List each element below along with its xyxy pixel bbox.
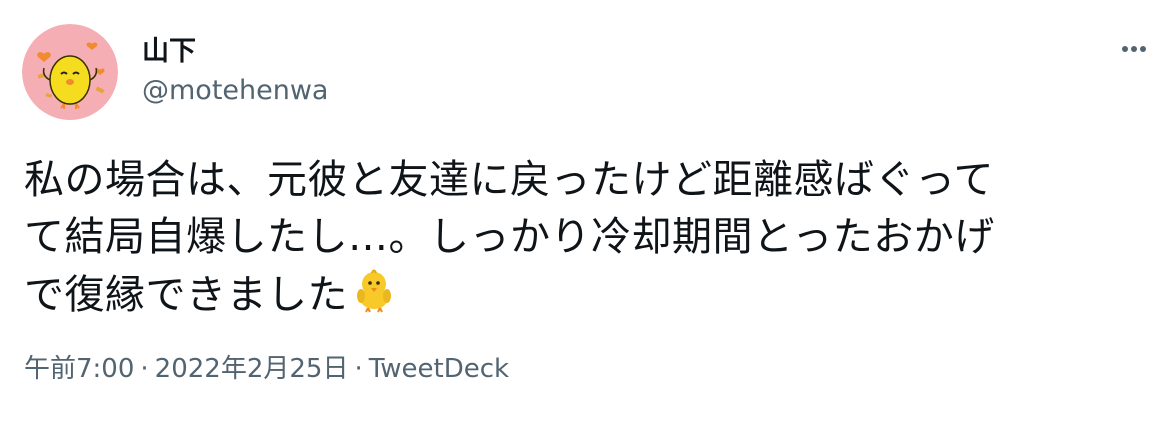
avatar[interactable] bbox=[22, 24, 118, 120]
more-icon bbox=[1122, 46, 1146, 52]
chick-avatar-icon bbox=[22, 24, 118, 120]
tweet-text-line: で復縁できました bbox=[24, 266, 1144, 324]
tweet-text-segment: で復縁できました bbox=[24, 272, 348, 318]
tweet-card: 山下 @motehenwa 私の場合は、元彼と友達に戻ったけど距離感ばぐって て… bbox=[0, 0, 1174, 422]
meta-separator: · bbox=[140, 354, 149, 384]
tweet-date[interactable]: 2022年2月25日 bbox=[155, 354, 349, 384]
tweet-text-line: 私の場合は、元彼と友達に戻ったけど距離感ばぐって bbox=[24, 157, 994, 203]
more-options-button[interactable] bbox=[1112, 36, 1156, 62]
user-handle[interactable]: @motehenwa bbox=[142, 75, 328, 107]
tweet-meta: 午前7:00 · 2022年2月25日 · TweetDeck bbox=[24, 352, 509, 386]
meta-separator: · bbox=[354, 354, 363, 384]
tweet-text-line: て結局自爆したし…。しっかり冷却期間とったおかげ bbox=[24, 214, 995, 260]
chick-emoji-icon bbox=[350, 266, 398, 314]
tweet-time[interactable]: 午前7:00 bbox=[24, 354, 134, 384]
tweet-text: 私の場合は、元彼と友達に戻ったけど距離感ばぐって て結局自爆したし…。しっかり冷… bbox=[24, 152, 1144, 324]
tweet-source[interactable]: TweetDeck bbox=[369, 354, 509, 384]
display-name[interactable]: 山下 bbox=[142, 36, 196, 68]
